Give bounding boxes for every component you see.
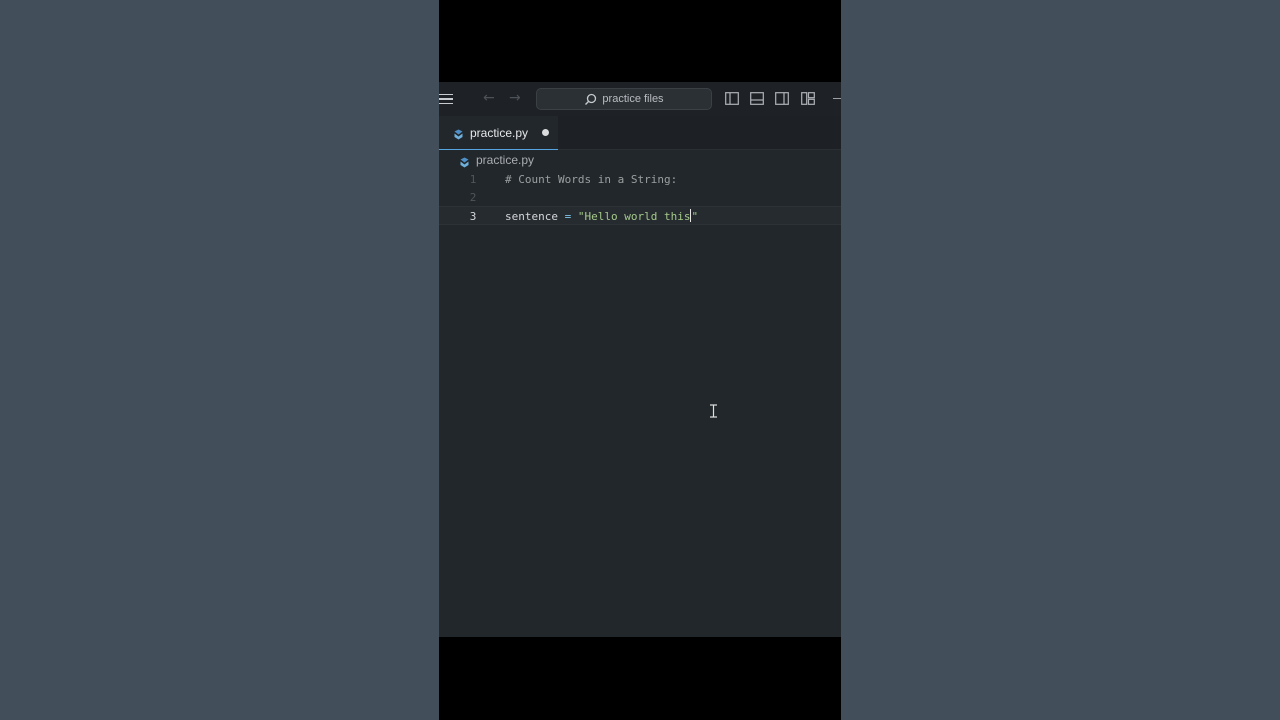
line-number: 2 [469, 191, 477, 204]
minimize-icon[interactable] [833, 98, 841, 99]
toggle-secondary-sidebar-icon[interactable] [775, 92, 789, 105]
line-number: 1 [469, 173, 477, 186]
code-comment: # Count Words in a String: [505, 173, 678, 186]
title-bar: ← → practice files [439, 82, 841, 116]
tab-bar: practice.py [439, 116, 841, 150]
tab-label: practice.py [470, 125, 529, 140]
line-number-active: 3 [469, 210, 477, 223]
i-beam-cursor-icon [709, 404, 718, 418]
breadcrumb: practice.py [439, 150, 841, 170]
code-line-current[interactable]: 3 sentence = "Hello world this" [439, 206, 841, 225]
unsaved-indicator-icon[interactable] [542, 129, 550, 136]
code-string-end: " [691, 210, 699, 223]
code-editor-window: ← → practice files practice.py practice.… [439, 82, 841, 637]
python-file-icon [453, 127, 464, 140]
breadcrumb-file[interactable]: practice.py [476, 153, 534, 167]
toggle-primary-sidebar-icon[interactable] [725, 92, 739, 105]
customize-layout-icon[interactable] [801, 92, 815, 105]
code-variable: sentence [505, 210, 558, 223]
code-operator: = [557, 210, 578, 223]
python-file-icon [459, 155, 470, 167]
back-arrow-icon[interactable]: ← [483, 90, 495, 106]
video-frame: ← → practice files practice.py practice.… [439, 0, 841, 720]
search-icon [584, 93, 597, 106]
code-line[interactable]: 2 [439, 188, 841, 207]
toggle-panel-icon[interactable] [750, 92, 764, 105]
menu-icon[interactable] [439, 94, 453, 104]
code-line[interactable]: 1 # Count Words in a String: [439, 170, 841, 189]
command-center-search[interactable]: practice files [536, 88, 712, 110]
editor-text-area[interactable]: 1 # Count Words in a String: 2 3 sentenc… [439, 170, 841, 637]
forward-arrow-icon[interactable]: → [509, 90, 521, 106]
code-string: "Hello world this [577, 210, 691, 223]
tab-practice-py[interactable]: practice.py [439, 116, 558, 150]
search-placeholder: practice files [602, 93, 664, 105]
